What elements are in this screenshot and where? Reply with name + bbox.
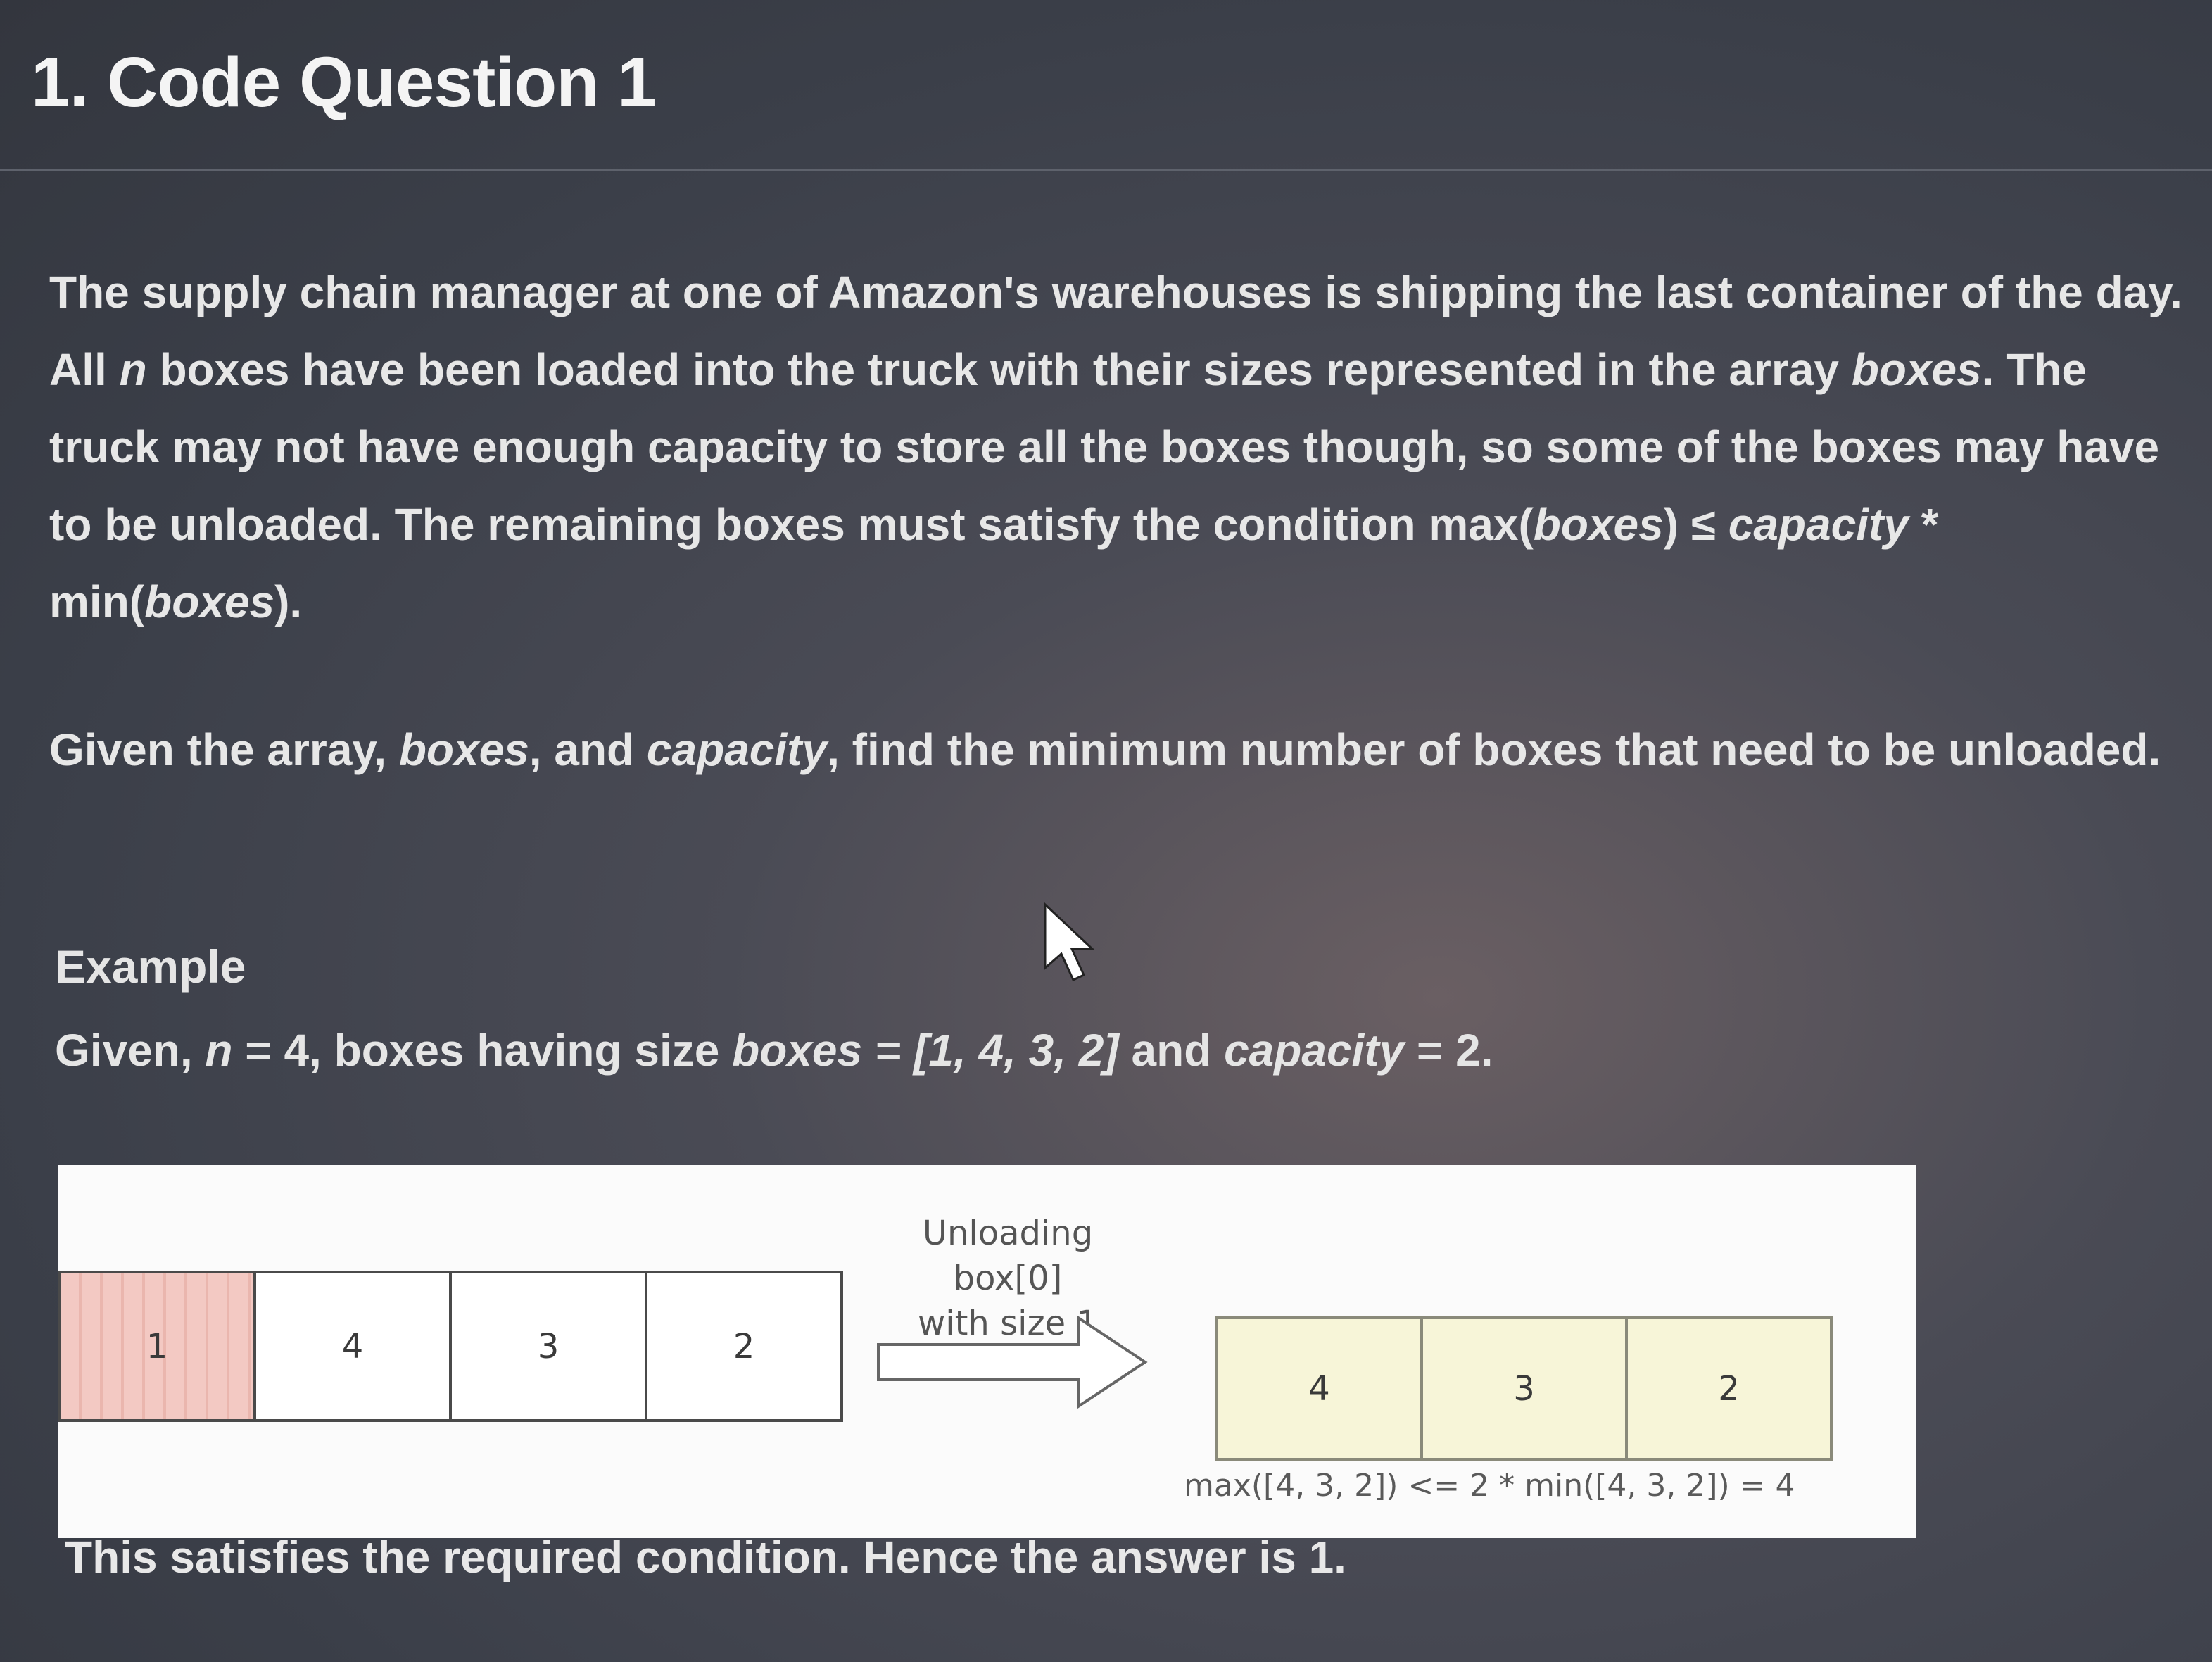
- boxes-after-row: 4 3 2: [1215, 1316, 1833, 1461]
- question-page: 1. Code Question 1 The supply chain mana…: [0, 0, 2212, 1662]
- box-cell: 4: [1215, 1316, 1423, 1461]
- box-cell: 3: [449, 1271, 647, 1422]
- box-cell: 3: [1420, 1316, 1628, 1461]
- boxes-before-row: 1 4 3 2: [58, 1271, 843, 1422]
- question-title: 1. Code Question 1: [31, 43, 657, 122]
- example-given: Given, n = 4, boxes having size boxes = …: [55, 1025, 1493, 1076]
- example-heading: Example: [55, 940, 246, 993]
- problem-description: The supply chain manager at one of Amazo…: [49, 267, 2182, 627]
- box-cell: 2: [1625, 1316, 1833, 1461]
- box-cell: 2: [645, 1271, 843, 1422]
- example-diagram: 1 4 3 2 Unloading box[0] with size 1 4 3…: [58, 1165, 1916, 1538]
- box-cell-removed: 1: [58, 1271, 256, 1422]
- arrow-caption-line1: Unloading box[0]: [922, 1214, 1094, 1298]
- condition-formula: max([4, 3, 2]) <= 2 * min([4, 3, 2]) = 4: [1184, 1468, 1795, 1504]
- right-arrow-icon: [877, 1315, 1148, 1409]
- title-divider: [0, 169, 2212, 171]
- task-statement: Given the array, boxes, and capacity, fi…: [49, 724, 2161, 775]
- box-cell: 4: [253, 1271, 452, 1422]
- mouse-pointer-icon: [1044, 902, 1095, 981]
- example-conclusion: This satisfies the required condition. H…: [65, 1532, 1346, 1582]
